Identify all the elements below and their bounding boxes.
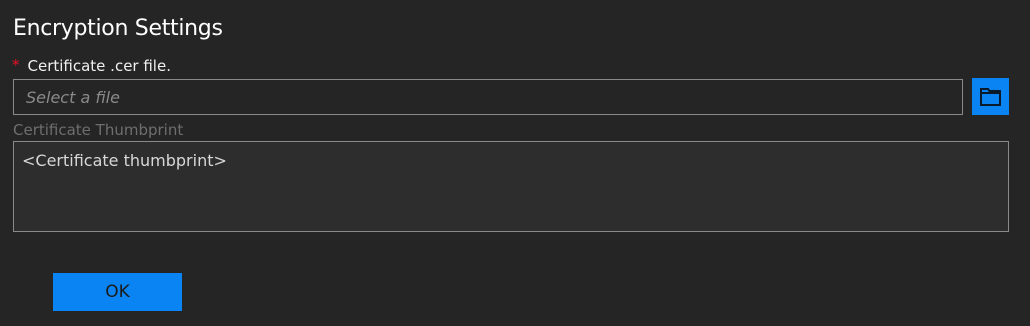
certificate-file-input[interactable]: [13, 79, 963, 115]
thumbprint-label: Certificate Thumbprint: [13, 121, 184, 139]
required-marker: *: [12, 56, 20, 74]
browse-file-button[interactable]: [972, 78, 1009, 115]
encryption-settings-dialog: Encryption Settings * Certificate .cer f…: [0, 0, 1030, 326]
certificate-file-label-row: * Certificate .cer file.: [12, 56, 171, 76]
folder-icon: [980, 87, 1001, 106]
ok-button[interactable]: OK: [53, 273, 182, 311]
thumbprint-textarea[interactable]: <Certificate thumbprint>: [13, 141, 1009, 232]
dialog-title: Encryption Settings: [13, 16, 223, 41]
certificate-file-label: Certificate .cer file.: [27, 57, 171, 75]
